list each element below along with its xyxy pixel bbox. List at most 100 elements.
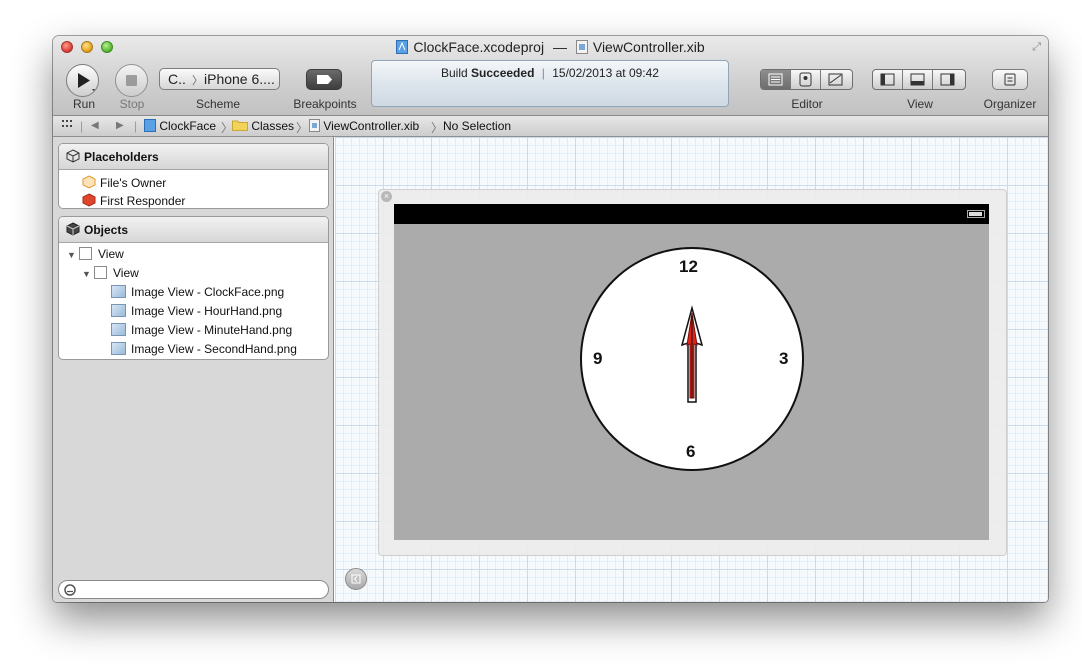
build-timestamp: 15/02/2013 at 09:42 [552, 66, 659, 80]
placeholder-first-responder[interactable]: First Responder [82, 192, 186, 208]
disclosure-open-icon[interactable]: ▼ [67, 246, 79, 264]
numeral-9: 9 [593, 349, 603, 368]
chevron-right-icon: 〉 [192, 75, 203, 87]
folder-icon [232, 120, 248, 131]
cube-icon [66, 222, 80, 236]
battery-icon [967, 210, 985, 218]
organizer-icon [1004, 73, 1016, 86]
clock-face-drawing [580, 247, 804, 471]
breakpoints-button[interactable] [306, 69, 342, 90]
filter-icon [64, 584, 76, 596]
xib-file-icon [309, 119, 320, 132]
status-bar [394, 204, 989, 224]
scheme-target: C.. [168, 71, 186, 87]
left-panel-icon [880, 73, 895, 86]
utilities-toggle-button[interactable] [933, 70, 963, 89]
breadcrumb-file[interactable]: ViewController.xib [309, 119, 419, 133]
view-root-label: View [98, 247, 124, 261]
navigator-toggle-button[interactable] [873, 70, 903, 89]
breadcrumb-project-label: ClockFace [159, 119, 217, 133]
organizer-button[interactable] [992, 69, 1028, 90]
image-view-icon [111, 304, 126, 317]
editor-segmented-control [760, 69, 853, 90]
numeral-3: 3 [779, 349, 789, 368]
assistant-editor-button[interactable] [791, 70, 821, 89]
scheme-selector[interactable]: C.. 〉 iPhone 6.... [159, 68, 280, 90]
view-icon [94, 266, 107, 279]
numeral-12: 12 [679, 257, 698, 276]
iphone-view[interactable]: 12 3 6 9 [394, 204, 989, 540]
view-child-label: View [113, 266, 139, 280]
first-responder-label: First Responder [100, 194, 186, 208]
jump-bar: | ◀ ▶ | ClockFace 〉 Classes 〉 ViewContro… [53, 116, 1048, 137]
objects-header[interactable]: Objects [59, 217, 328, 243]
chevron-right-icon: 〉 [431, 121, 444, 135]
version-editor-button[interactable] [821, 70, 851, 89]
stop-icon [126, 75, 137, 86]
stop-label: Stop [119, 97, 145, 111]
breakpoint-icon [317, 75, 332, 84]
placeholders-title: Placeholders [84, 150, 159, 164]
activity-viewer: Build Succeeded | 15/02/2013 at 09:42 [371, 60, 729, 107]
placeholders-header[interactable]: Placeholders [59, 144, 328, 170]
related-items-icon[interactable] [61, 118, 73, 133]
disclosure-open-icon[interactable]: ▼ [82, 265, 94, 283]
assistant-editor-icon [799, 72, 812, 87]
files-owner-icon [82, 175, 96, 189]
title-file: ViewController.xib [592, 39, 705, 55]
xib-file-icon [575, 40, 588, 54]
outline-view-root[interactable]: ▼ View [67, 245, 124, 263]
play-icon [78, 73, 95, 91]
run-button[interactable] [66, 64, 99, 97]
breadcrumb-folder[interactable]: Classes [232, 119, 294, 133]
outline-image-view-hourhand[interactable]: Image View - HourHand.png [111, 302, 282, 320]
editor-label: Editor [791, 97, 823, 111]
image-view-label: Image View - ClockFace.png [131, 285, 285, 299]
outline-image-view-minutehand[interactable]: Image View - MinuteHand.png [111, 321, 292, 339]
first-responder-icon [82, 193, 96, 207]
breadcrumb-selection[interactable]: No Selection [443, 119, 511, 133]
forward-arrow-icon[interactable]: ▶ [116, 120, 124, 131]
back-arrow-icon[interactable]: ◀ [91, 120, 99, 131]
scheme-label: Scheme [195, 97, 241, 111]
run-label: Run [72, 97, 95, 111]
view-icon [79, 247, 92, 260]
window-title: ClockFace.xcodeproj — ViewController.xib [53, 39, 1048, 55]
build-status: Succeeded [471, 66, 535, 80]
image-view-label: Image View - HourHand.png [131, 304, 283, 318]
standard-editor-button[interactable] [761, 70, 791, 89]
objects-section: Objects ▼ View ▼ View Image View - ClockFa… [58, 216, 329, 360]
image-view-label: Image View - SecondHand.png [131, 342, 297, 356]
debug-area-toggle-button[interactable] [903, 70, 933, 89]
toolbar: ClockFace.xcodeproj — ViewController.xib… [53, 36, 1048, 116]
outline-image-view-secondhand[interactable]: Image View - SecondHand.png [111, 340, 297, 358]
build-prefix: Build [441, 66, 468, 80]
chevron-right-icon: 〉 [296, 121, 309, 135]
divider-icon: | [80, 119, 84, 133]
cube-outline-icon [66, 149, 80, 163]
organizer-label: Organizer [983, 97, 1037, 111]
view-label: View [907, 97, 933, 111]
fullscreen-icon[interactable]: ⤢ [1032, 41, 1041, 54]
outline-view-child[interactable]: ▼ View [82, 264, 139, 282]
title-separator: — [552, 39, 567, 55]
stop-button[interactable] [115, 64, 148, 97]
document-outline-toggle-button[interactable] [345, 568, 367, 590]
clock-face-image[interactable]: 12 3 6 9 [579, 245, 805, 473]
outline-filter-field[interactable] [58, 580, 329, 599]
xcode-window: ClockFace.xcodeproj — ViewController.xib… [53, 36, 1048, 602]
project-icon [144, 119, 156, 132]
image-view-icon [111, 323, 126, 336]
placeholder-files-owner[interactable]: File's Owner [82, 174, 166, 192]
interface-builder-canvas[interactable]: × 12 3 6 9 [335, 137, 1048, 602]
activity-separator: | [541, 66, 545, 80]
view-segmented-control [872, 69, 966, 90]
breakpoints-label: Breakpoints [293, 97, 357, 111]
breadcrumb-file-label: ViewController.xib [323, 119, 420, 133]
version-editor-icon [828, 73, 843, 86]
outline-image-view-clockface[interactable]: Image View - ClockFace.png [111, 283, 284, 301]
close-scene-icon[interactable]: × [381, 191, 392, 202]
divider-icon-2: | [134, 119, 138, 133]
bottom-panel-icon [910, 73, 925, 86]
breadcrumb-project[interactable]: ClockFace [144, 119, 216, 133]
